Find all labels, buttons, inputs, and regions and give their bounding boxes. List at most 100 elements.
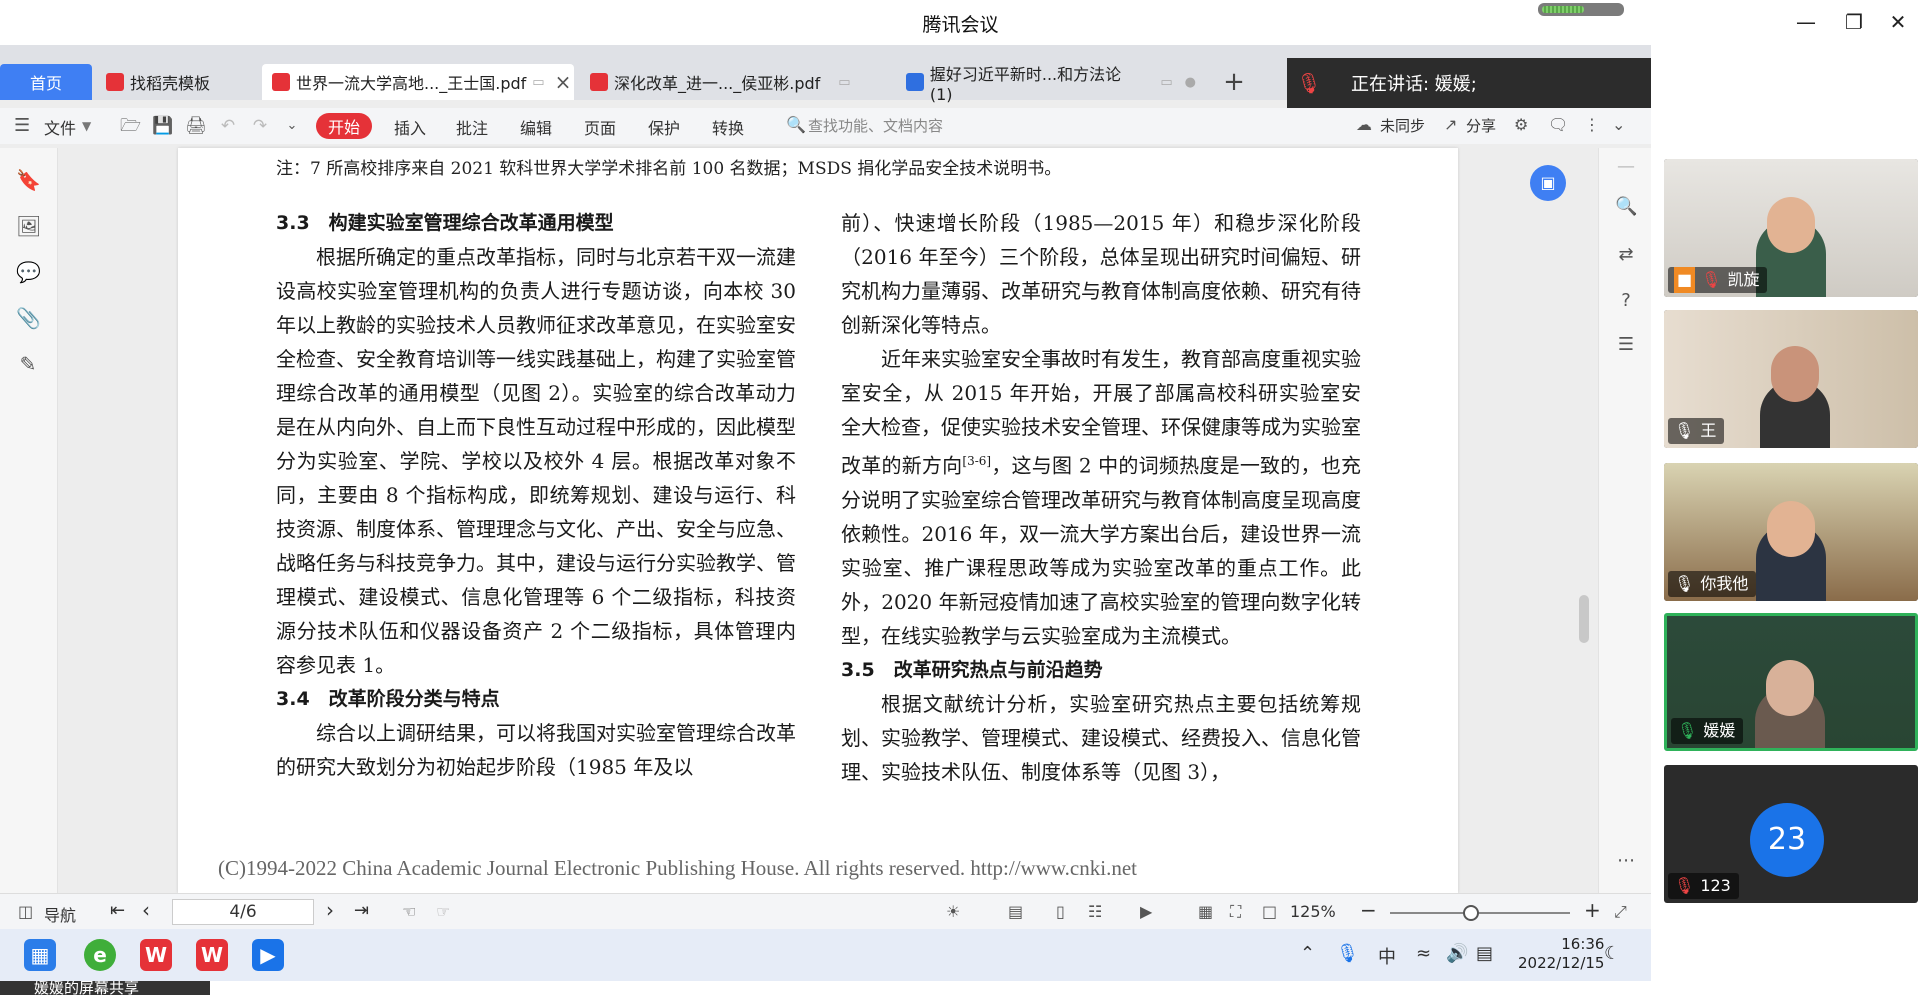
- fit-width-icon[interactable]: ▤: [1008, 902, 1023, 921]
- nav-panel-icon[interactable]: ◫: [18, 902, 33, 921]
- tab-insert[interactable]: 插入: [394, 115, 426, 139]
- tab-protect[interactable]: 保护: [648, 115, 680, 139]
- tab-page[interactable]: 页面: [584, 115, 616, 139]
- participant-tile[interactable]: 23 🎙 123: [1664, 765, 1918, 903]
- share-button[interactable]: 分享: [1466, 115, 1496, 136]
- vertical-scrollbar[interactable]: [1577, 155, 1591, 883]
- zoom-out-icon[interactable]: −: [1360, 898, 1377, 922]
- restore-button[interactable]: ❐: [1836, 6, 1872, 38]
- fullscreen-icon[interactable]: ⤢: [1614, 902, 1627, 922]
- cloud-icon[interactable]: ☁: [1356, 115, 1372, 134]
- tab-home[interactable]: 首页: [0, 64, 92, 100]
- floating-tool-button[interactable]: ▣: [1530, 165, 1566, 201]
- bookmark-icon[interactable]: 🔖: [16, 168, 41, 192]
- wifi-icon[interactable]: ≈: [1416, 943, 1431, 964]
- zoom-level[interactable]: 125%: [1290, 902, 1336, 921]
- first-page-icon[interactable]: ⇤: [110, 900, 125, 921]
- comment-icon[interactable]: 🗨: [1548, 115, 1568, 134]
- tab-edit[interactable]: 编辑: [520, 115, 552, 139]
- tab-convert[interactable]: 转换: [712, 115, 744, 139]
- forward-icon[interactable]: ☞: [436, 902, 450, 921]
- print-icon[interactable]: 🖨: [185, 116, 207, 136]
- settings-sliders-icon[interactable]: ☰: [1615, 334, 1637, 356]
- volume-icon[interactable]: 🔊: [1446, 943, 1468, 964]
- play-icon[interactable]: ▶: [1140, 902, 1152, 921]
- zoom-in-icon[interactable]: +: [1584, 898, 1601, 922]
- file-menu[interactable]: 文件: [44, 115, 76, 139]
- ime-indicator[interactable]: 中: [1378, 943, 1396, 969]
- actual-size-icon[interactable]: ▦: [1198, 902, 1213, 921]
- fit-page-icon[interactable]: ⛶: [1230, 902, 1241, 922]
- participant-tile[interactable]: ■ 🎙 凯旋: [1664, 159, 1918, 297]
- mic-muted-icon[interactable]: 🎙: [1287, 71, 1331, 95]
- nav-button[interactable]: 导航: [44, 902, 76, 926]
- tab-start[interactable]: 开始: [316, 113, 372, 139]
- scrollbar-thumb[interactable]: [1579, 595, 1589, 643]
- comment-icon[interactable]: 💬: [16, 260, 41, 284]
- minimize-button[interactable]: —: [1788, 6, 1824, 38]
- chevron-down-icon[interactable]: ▼: [82, 119, 91, 133]
- more-chevron-icon[interactable]: ⌄: [282, 116, 302, 136]
- signature-icon[interactable]: ✎: [16, 352, 40, 376]
- translate-icon[interactable]: ⇄: [1615, 244, 1637, 266]
- tab-label: 握好习近平新时...和方法论(1): [929, 64, 1122, 104]
- two-page-icon[interactable]: ☷: [1088, 902, 1102, 921]
- participant-tile-speaking[interactable]: 🎙 媛媛: [1664, 613, 1918, 751]
- zoom-slider[interactable]: [1390, 905, 1570, 921]
- paragraph: 根据文献统计分析，实验室研究热点主要包括统筹规划、实验教学、管理模式、建设模式、…: [841, 691, 1361, 784]
- redo-icon[interactable]: ↷: [250, 116, 270, 136]
- mic-icon: 🎙: [1674, 421, 1695, 440]
- close-button[interactable]: ✕: [1880, 6, 1916, 38]
- dot-icon: ●: [1184, 74, 1196, 90]
- page-number-input[interactable]: 4/6: [172, 899, 314, 925]
- more-icon[interactable]: ⋮: [1584, 115, 1600, 134]
- save-icon[interactable]: 💾: [152, 116, 173, 136]
- participant-tile[interactable]: 🎙 王: [1664, 310, 1918, 448]
- thumbnail-icon[interactable]: 🖼: [16, 214, 41, 238]
- share-icon[interactable]: ↗: [1444, 115, 1457, 134]
- gear-icon[interactable]: ⚙: [1514, 115, 1528, 134]
- tray-expand-icon[interactable]: ⌃: [1300, 943, 1315, 964]
- table-note: 注：7 所高校排序来自 2021 软科世界大学学术排名前 100 名数据；MSD…: [276, 159, 1062, 179]
- search-input[interactable]: 查找功能、文档内容: [808, 115, 943, 136]
- menu-icon[interactable]: ☰: [14, 115, 30, 136]
- tab-annotate[interactable]: 批注: [456, 115, 488, 139]
- tab-pdf-active[interactable]: 世界一流大学高地..._王士国.pdf ▭ ×: [262, 64, 574, 100]
- ai-search-icon[interactable]: 🔍: [1615, 196, 1637, 218]
- open-folder-icon[interactable]: 🗁: [120, 116, 141, 136]
- participant-tile[interactable]: 🎙 你我他: [1664, 463, 1918, 601]
- collapse-icon[interactable]: ⌄: [1612, 115, 1625, 134]
- browser-icon[interactable]: e: [84, 939, 116, 971]
- system-clock[interactable]: 16:36 2022/12/15: [1518, 935, 1604, 973]
- eye-protect-icon[interactable]: ☀: [946, 902, 960, 921]
- back-icon[interactable]: ☜: [402, 902, 416, 921]
- wps-icon[interactable]: W: [140, 939, 172, 971]
- wps-office-icon[interactable]: W: [196, 939, 228, 971]
- tab-pdf-2[interactable]: 深化改革_进一..._侯亚彬.pdf ▭: [580, 64, 890, 100]
- single-page-icon[interactable]: ▯: [1056, 902, 1065, 921]
- tencent-meeting-icon[interactable]: ▶: [252, 939, 284, 971]
- help-icon[interactable]: ?: [1615, 290, 1637, 312]
- last-page-icon[interactable]: ⇥: [354, 900, 369, 921]
- battery-icon[interactable]: ▤: [1476, 943, 1493, 964]
- mic-tray-icon[interactable]: 🎙: [1336, 943, 1359, 964]
- sync-status[interactable]: 未同步: [1380, 115, 1425, 136]
- close-tab-icon[interactable]: ×: [555, 70, 572, 94]
- divider-icon: —: [1617, 156, 1635, 177]
- prev-page-icon[interactable]: ‹: [142, 898, 150, 922]
- participant-name: 王: [1700, 421, 1717, 440]
- windows-start-icon[interactable]: ▦: [24, 939, 56, 971]
- notification-icon[interactable]: ☾: [1604, 943, 1620, 964]
- zoom-slider-handle[interactable]: [1463, 905, 1479, 921]
- next-page-icon[interactable]: ›: [326, 898, 334, 922]
- monitor-icon: ▭: [532, 74, 545, 90]
- new-tab-button[interactable]: +: [1214, 64, 1254, 100]
- attachment-icon[interactable]: 📎: [16, 306, 41, 330]
- undo-icon[interactable]: ↶: [218, 116, 238, 136]
- search-icon[interactable]: 🔍: [786, 115, 806, 134]
- more-icon[interactable]: ⋯: [1615, 850, 1637, 872]
- tab-template[interactable]: 找稻壳模板: [96, 64, 260, 100]
- tab-doc-3[interactable]: 握好习近平新时...和方法论(1) ▭ ●: [896, 64, 1196, 104]
- word-icon: [906, 73, 924, 91]
- bookmark-view-icon[interactable]: □: [1262, 902, 1277, 921]
